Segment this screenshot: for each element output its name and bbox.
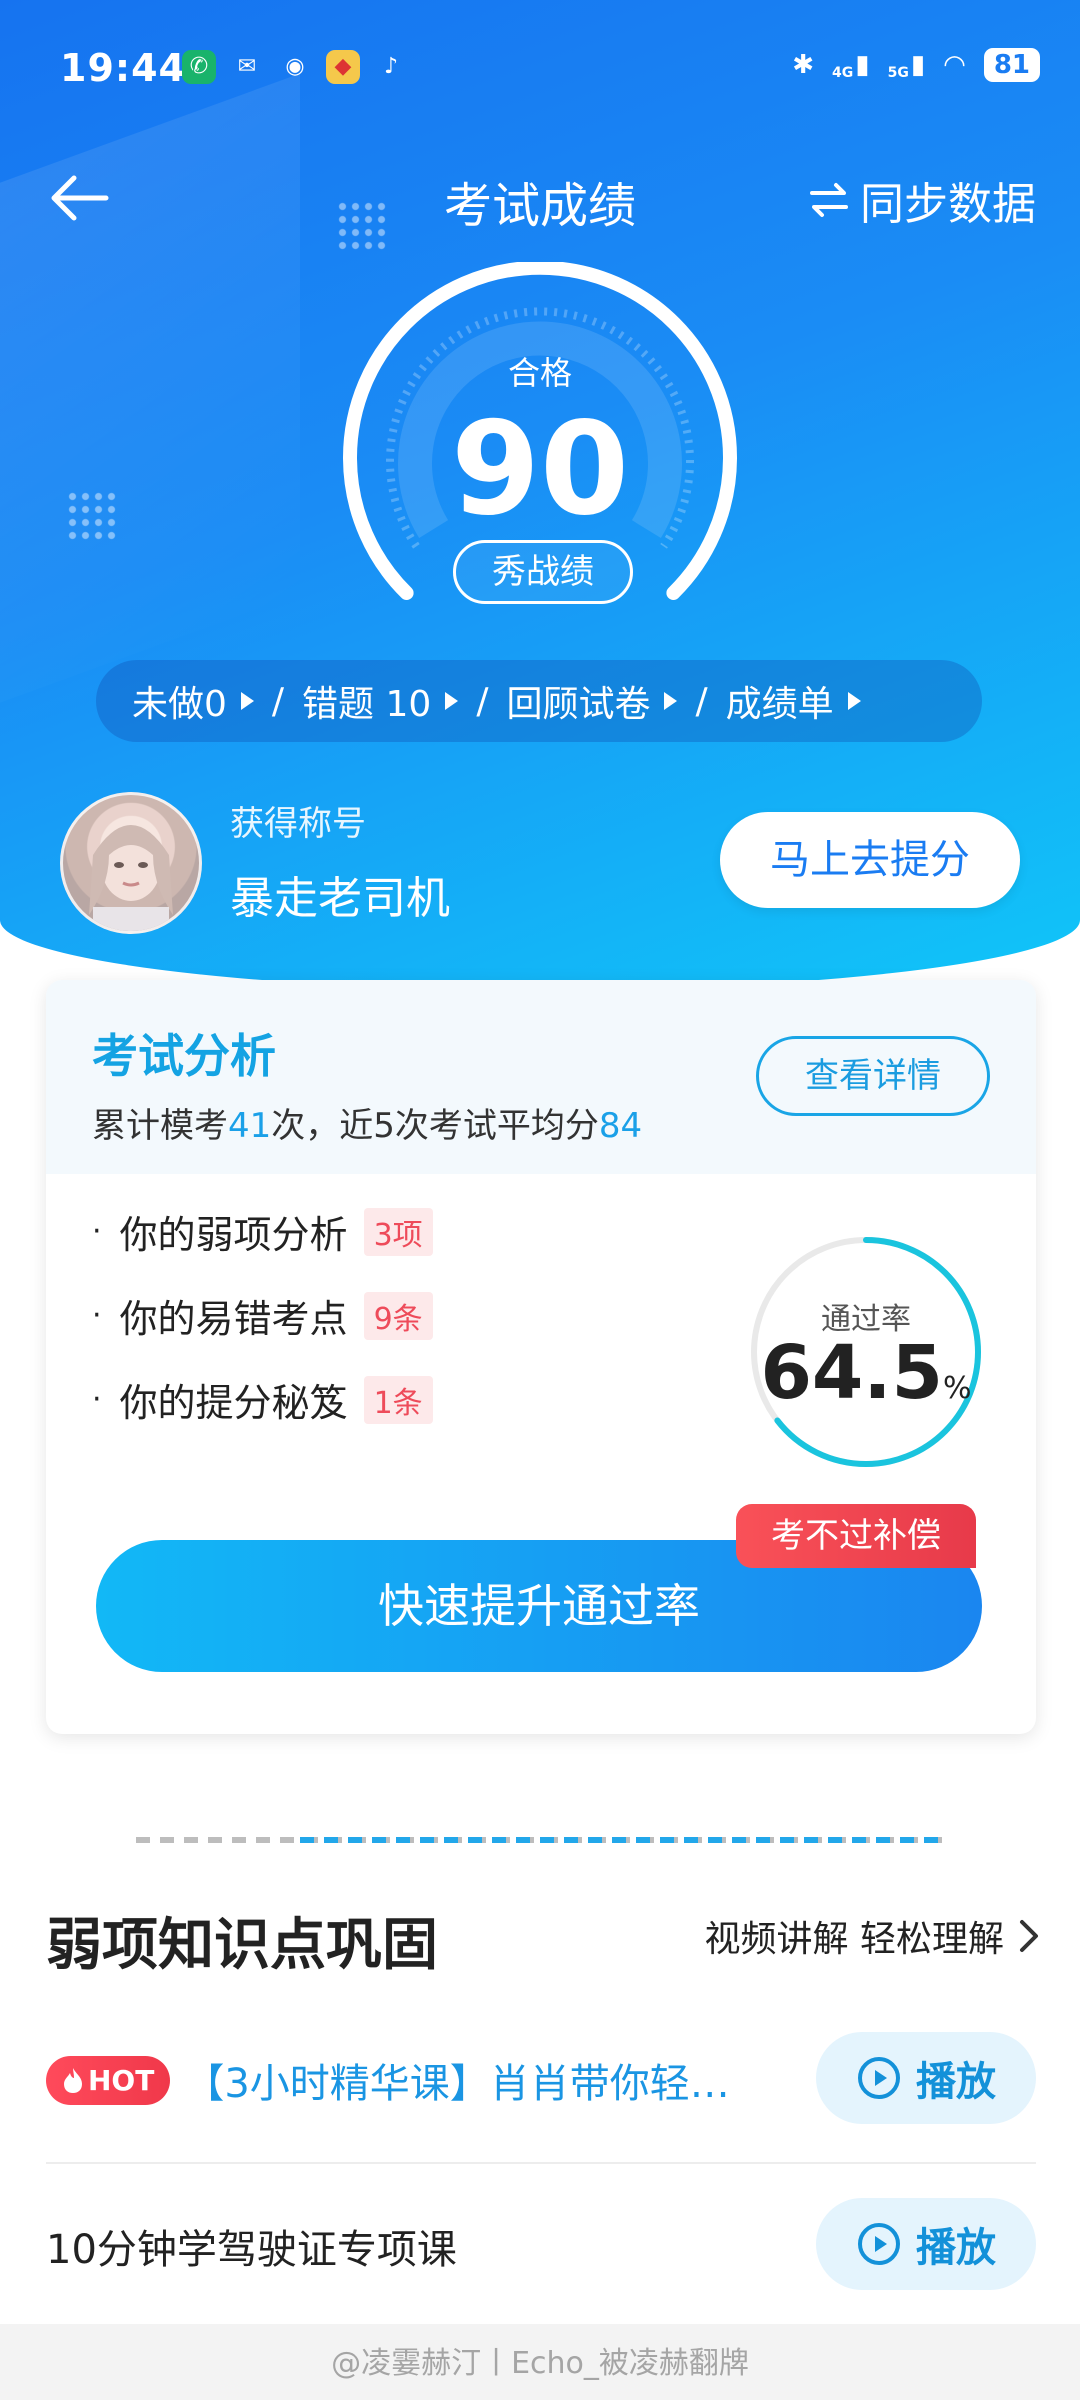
title-caption: 获得称号 [230,804,366,844]
sync-data-button[interactable]: 同步数据 [808,168,1036,232]
separator: / [695,680,708,722]
show-result-button[interactable]: 秀战绩 [453,540,633,604]
quick-links-bar: 未做0 / 错题 10 / 回顾试卷 / 成绩单 [96,660,982,742]
network-5g-label: 5G [887,65,909,81]
play-icon [858,2223,900,2265]
weibo-icon: ◉ [285,54,305,79]
item-label: 你的弱项分析 [119,1213,348,1257]
undone-label: 未做0 [132,684,227,725]
wrong-label: 错题 10 [302,684,432,725]
play-button[interactable]: 播放 [816,2032,1036,2124]
section-divider-accent [300,1837,944,1843]
count-tag: 9条 [363,1291,433,1340]
video-explanation-link[interactable]: 视频讲解 轻松理解 [705,1910,1040,1962]
notification-icons: ✆ ✉ ◉ ◆ ♪ [182,50,408,84]
status-time: 19:44 [60,46,186,90]
avatar-portrait [89,825,173,931]
report-card-link[interactable]: 成绩单 [726,675,861,727]
chevron-right-icon [1020,1920,1038,1952]
status-right: ✱ 4G ▮ 5G ▮ ◠ 81 [792,48,1040,82]
score-tips-item[interactable]: · 你的提分秘笈 1条 [92,1372,433,1427]
video-link-label: 视频讲解 轻松理解 [704,1919,1004,1960]
network-4g-label: 4G [832,65,854,81]
triangle-right-icon [847,692,861,710]
hot-label: HOT [88,2063,155,2097]
course-item[interactable]: 10分钟学驾驶证专项课 播放 [46,2166,1036,2326]
analysis-title: 考试分析 [92,1029,276,1083]
summary-mid: 次，近5次考试平均分 [271,1106,599,1146]
triangle-right-icon [445,692,459,710]
app-icon: ◆ [326,50,360,84]
triangle-right-icon [240,692,254,710]
separator: / [476,680,489,722]
sync-label: 同步数据 [860,179,1036,230]
flame-icon [64,2068,82,2093]
play-label: 播放 [916,2225,996,2271]
course-item[interactable]: HOT 【3小时精华课】肖肖带你轻松过科一 播放 [46,2000,1036,2160]
compensation-badge: 考不过补偿 [736,1504,976,1568]
sync-icon [810,183,848,217]
summary-prefix: 累计模考 [92,1106,228,1146]
error-prone-points-item[interactable]: · 你的易错考点 9条 [92,1288,433,1343]
avatar[interactable] [60,792,202,934]
view-details-button[interactable]: 查看详情 [756,1036,990,1116]
play-button[interactable]: 播放 [816,2198,1036,2290]
item-label: 你的提分秘笈 [119,1381,348,1425]
phone-app-icon: ✆ [182,50,216,84]
bullet: · [92,1298,102,1333]
signal-5g-icon: 5G ▮ [887,50,926,81]
weak-points-title: 弱项知识点巩固 [46,1913,438,1978]
count-tag: 3项 [363,1207,433,1256]
play-icon [858,2057,900,2099]
status-bar: 19:44 ✆ ✉ ◉ ◆ ♪ ✱ 4G ▮ 5G ▮ ◠ 81 [0,0,1080,140]
watermark: @凌霎赫汀丨Echo_被凌赫翻牌 [331,2346,749,2381]
wechat-icon: ✉ [237,54,257,79]
analysis-summary: 累计模考41次，近5次考试平均分84 [92,1098,642,1147]
average-score: 84 [598,1106,643,1146]
tiktok-icon: ♪ [383,54,399,79]
course-title: 10分钟学驾驶证专项课 [46,2227,457,2273]
bluetooth-icon: ✱ [792,50,815,80]
exam-analysis-card: 考试分析 累计模考41次，近5次考试平均分84 查看详情 · 你的弱项分析 3项… [46,980,1036,1734]
hot-badge: HOT [46,2055,171,2105]
wifi-icon: ◠ [943,50,966,80]
wrong-questions-link[interactable]: 错题 10 [302,675,459,727]
score-status: 合格 [507,354,572,392]
bullet: · [92,1382,102,1417]
pass-rate-number: 64.5 [760,1330,944,1416]
boost-score-button[interactable]: 马上去提分 [720,812,1020,908]
undone-link[interactable]: 未做0 [132,675,254,727]
mock-count: 41 [228,1106,272,1146]
item-label: 你的易错考点 [119,1297,348,1341]
header-dots [66,490,118,542]
signal-4g-icon: 4G ▮ [832,50,870,81]
triangle-right-icon [664,692,678,710]
count-tag: 1条 [363,1375,433,1424]
review-paper-link[interactable]: 回顾试卷 [506,675,678,727]
weakness-analysis-item[interactable]: · 你的弱项分析 3项 [92,1204,433,1259]
bullet: · [92,1214,102,1249]
earned-title: 暴走老司机 [230,873,450,924]
battery-level: 81 [983,48,1040,82]
course-title: 【3小时精华课】肖肖带你轻松过科一 [184,2061,764,2107]
report-label: 成绩单 [725,684,834,725]
review-label: 回顾试卷 [506,684,651,725]
separator: / [271,680,285,722]
list-divider [46,2162,1036,2164]
analysis-header: 考试分析 累计模考41次，近5次考试平均分84 查看详情 [46,980,1036,1174]
score-value: 90 [450,395,630,544]
pass-rate-unit: % [943,1371,972,1406]
pass-rate-value: 64.5% [746,1330,986,1416]
play-label: 播放 [916,2059,996,2105]
